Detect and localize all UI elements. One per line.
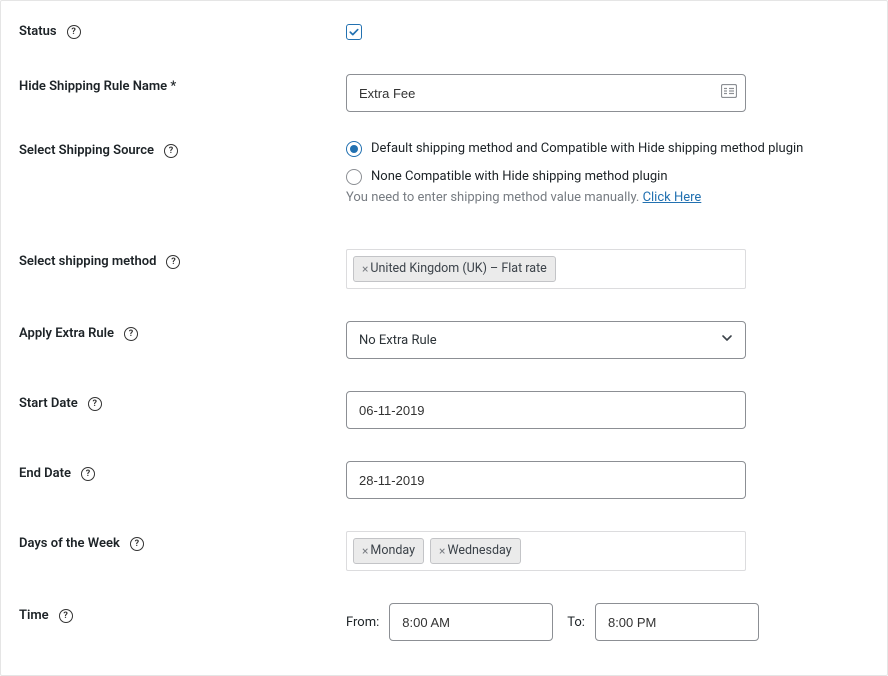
apply-extra-rule-select[interactable]: No Extra Rule: [346, 321, 746, 359]
field-days-of-week: ×Monday ×Wednesday: [346, 525, 887, 571]
shipping-source-hint: You need to enter shipping method value …: [346, 190, 869, 205]
row-start-date: Start Date ?: [1, 379, 887, 435]
status-checkbox[interactable]: [346, 24, 362, 40]
row-shipping-method: Select shipping method ? ×United Kingdom…: [1, 237, 887, 295]
day-tag[interactable]: ×Monday: [353, 538, 424, 564]
radio-none-label: None Compatible with Hide shipping metho…: [371, 168, 668, 186]
start-date-input[interactable]: [346, 391, 746, 429]
end-date-input[interactable]: [346, 461, 746, 499]
row-days-of-week: Days of the Week ? ×Monday ×Wednesday: [1, 519, 887, 577]
label-shipping-source-text: Select Shipping Source: [19, 142, 154, 160]
radio-default-indicator: [346, 141, 362, 157]
tag-remove-icon[interactable]: ×: [439, 544, 445, 560]
label-days-of-week-text: Days of the Week: [19, 535, 120, 553]
field-shipping-source: Default shipping method and Compatible w…: [346, 138, 887, 205]
tag-remove-icon[interactable]: ×: [362, 262, 368, 278]
rule-name-input-wrap: [346, 74, 746, 112]
chevron-down-icon: [721, 332, 733, 348]
help-icon[interactable]: ?: [88, 397, 102, 411]
label-time-text: Time: [19, 607, 49, 625]
label-start-date: Start Date ?: [1, 385, 346, 413]
settings-panel: Status ? Hide Shipping Rule Name * Sele: [0, 0, 888, 676]
help-icon[interactable]: ?: [81, 467, 95, 481]
select-value: No Extra Rule: [359, 333, 437, 348]
radio-default-label: Default shipping method and Compatible w…: [371, 140, 803, 158]
day-tag[interactable]: ×Wednesday: [430, 538, 521, 564]
field-shipping-method: ×United Kingdom (UK) – Flat rate: [346, 243, 887, 289]
label-shipping-method: Select shipping method ?: [1, 243, 346, 271]
time-to-label: To:: [567, 615, 585, 630]
field-apply-extra-rule: No Extra Rule: [346, 315, 887, 359]
help-icon[interactable]: ?: [67, 25, 81, 39]
help-icon[interactable]: ?: [166, 255, 180, 269]
field-status: [346, 21, 887, 42]
row-apply-extra-rule: Apply Extra Rule ? No Extra Rule: [1, 309, 887, 365]
label-rule-name-text: Hide Shipping Rule Name *: [19, 78, 176, 96]
label-status: Status ?: [1, 21, 346, 41]
hint-text: You need to enter shipping method value …: [346, 190, 643, 205]
field-time: From: To:: [346, 597, 887, 641]
label-shipping-source: Select Shipping Source ?: [1, 138, 346, 160]
label-rule-name: Hide Shipping Rule Name *: [1, 68, 346, 96]
tag-text: United Kingdom (UK) – Flat rate: [370, 261, 546, 277]
help-icon[interactable]: ?: [124, 327, 138, 341]
tag-text: Monday: [370, 543, 415, 559]
radio-none[interactable]: None Compatible with Hide shipping metho…: [346, 168, 869, 186]
time-row: From: To:: [346, 603, 869, 641]
row-status: Status ?: [1, 15, 887, 48]
label-time: Time ?: [1, 597, 346, 625]
label-end-date-text: End Date: [19, 465, 71, 483]
label-apply-extra-rule: Apply Extra Rule ?: [1, 315, 346, 343]
tag-remove-icon[interactable]: ×: [362, 544, 368, 560]
label-status-text: Status: [19, 23, 57, 41]
label-days-of-week: Days of the Week ?: [1, 525, 346, 553]
label-start-date-text: Start Date: [19, 395, 78, 413]
shipping-method-tag-input[interactable]: ×United Kingdom (UK) – Flat rate: [346, 249, 746, 289]
tag-text: Wednesday: [447, 543, 511, 559]
hint-link[interactable]: Click Here: [643, 190, 702, 205]
check-icon: [348, 26, 360, 38]
row-time: Time ? From: To:: [1, 591, 887, 647]
row-rule-name: Hide Shipping Rule Name *: [1, 62, 887, 118]
radio-default[interactable]: Default shipping method and Compatible w…: [346, 140, 869, 158]
help-icon[interactable]: ?: [164, 144, 178, 158]
radio-dot-icon: [350, 145, 358, 153]
row-shipping-source: Select Shipping Source ? Default shippin…: [1, 132, 887, 211]
help-icon[interactable]: ?: [130, 537, 144, 551]
time-from-input[interactable]: [389, 603, 553, 641]
label-apply-extra-rule-text: Apply Extra Rule: [19, 325, 114, 343]
help-icon[interactable]: ?: [59, 609, 73, 623]
label-end-date: End Date ?: [1, 455, 346, 483]
label-shipping-method-text: Select shipping method: [19, 253, 156, 271]
autofill-icon: [721, 84, 737, 102]
shipping-method-tag[interactable]: ×United Kingdom (UK) – Flat rate: [353, 256, 556, 282]
time-from-label: From:: [346, 615, 379, 630]
time-to-input[interactable]: [595, 603, 759, 641]
radio-none-indicator: [346, 169, 362, 185]
field-end-date: [346, 455, 887, 499]
field-rule-name: [346, 68, 887, 112]
field-start-date: [346, 385, 887, 429]
row-end-date: End Date ?: [1, 449, 887, 505]
days-tag-input[interactable]: ×Monday ×Wednesday: [346, 531, 746, 571]
rule-name-input[interactable]: [346, 74, 746, 112]
